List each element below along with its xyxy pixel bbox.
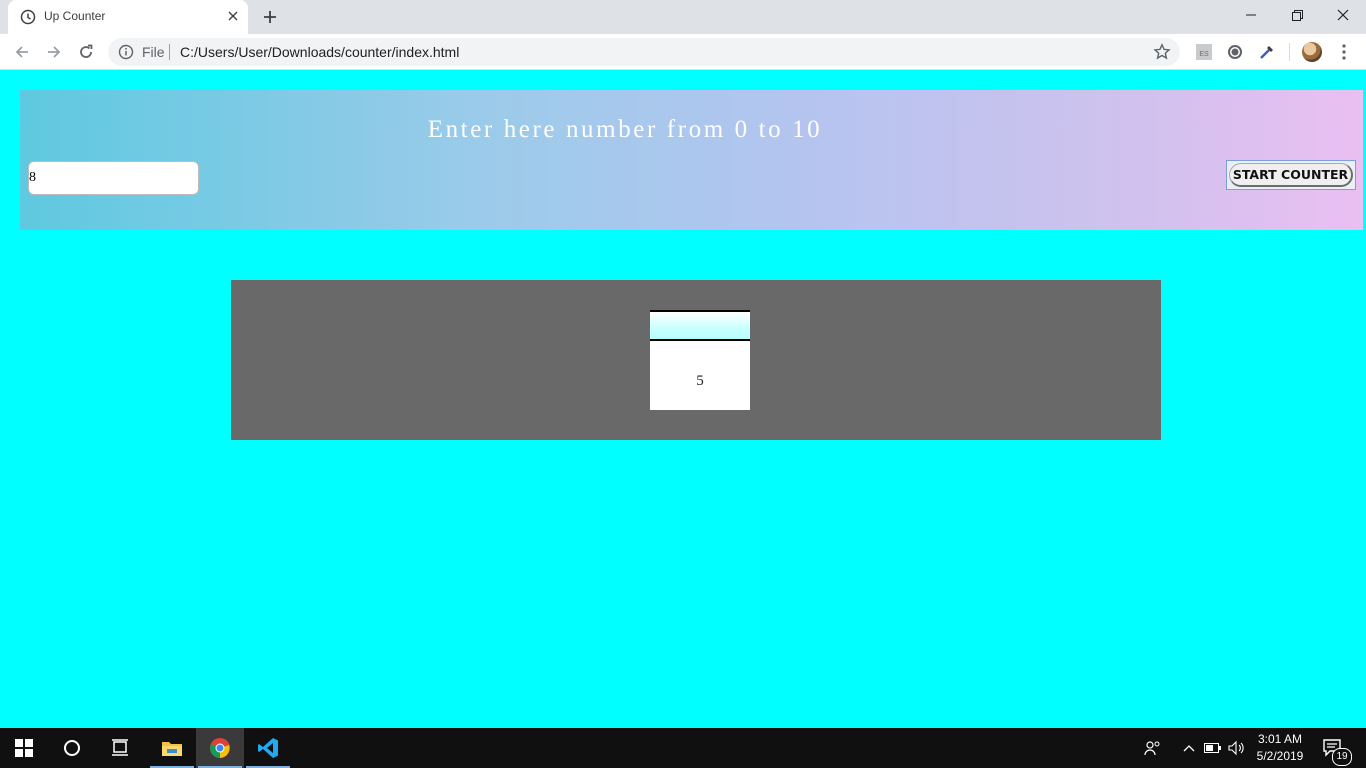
- divider: [169, 44, 170, 60]
- counter-display: [650, 310, 750, 410]
- more-menu-icon[interactable]: [1334, 42, 1354, 62]
- tab-strip: Up Counter: [0, 0, 1366, 34]
- extension-es-label: ES: [1196, 44, 1212, 60]
- counter-top-strip: [650, 310, 750, 341]
- volume-icon[interactable]: [1227, 738, 1247, 758]
- close-icon[interactable]: [224, 8, 242, 26]
- avatar[interactable]: [1302, 42, 1322, 62]
- taskbar: 3:01 AM 5/2/2019 19: [0, 728, 1366, 768]
- star-icon[interactable]: [1153, 43, 1171, 61]
- clock-icon: [20, 9, 36, 25]
- vscode-icon[interactable]: [244, 728, 292, 768]
- clock-date: 5/2/2019: [1256, 749, 1304, 763]
- clock-time: 3:01 AM: [1257, 732, 1303, 746]
- start-counter-label: START COUNTER: [1229, 163, 1353, 187]
- chrome-icon[interactable]: [196, 728, 244, 768]
- address-bar[interactable]: File C:/Users/User/Downloads/counter/ind…: [108, 38, 1180, 66]
- restore-icon[interactable]: [1274, 0, 1320, 30]
- search-circle-icon[interactable]: [48, 728, 96, 768]
- chevron-up-icon[interactable]: [1179, 738, 1199, 758]
- scheme-label: File: [142, 44, 165, 60]
- file-explorer-icon[interactable]: [148, 728, 196, 768]
- url-text[interactable]: C:/Users/User/Downloads/counter/index.ht…: [180, 44, 459, 60]
- tab-title: Up Counter: [44, 9, 106, 23]
- windows-start-icon[interactable]: [0, 728, 48, 768]
- back-arrow-icon[interactable]: [10, 40, 34, 64]
- window-close-icon[interactable]: [1320, 0, 1366, 30]
- system-clock[interactable]: 3:01 AM 5/2/2019: [1250, 731, 1310, 765]
- forward-arrow-icon[interactable]: [42, 40, 66, 64]
- page-content: Enter here number from 0 to 10 START COU…: [0, 70, 1366, 728]
- minimize-icon[interactable]: [1228, 0, 1274, 30]
- browser-toolbar: File C:/Users/User/Downloads/counter/ind…: [0, 34, 1366, 70]
- reload-icon[interactable]: [74, 40, 98, 64]
- browser-tab[interactable]: Up Counter: [8, 0, 248, 34]
- extension-es-icon[interactable]: ES: [1194, 42, 1214, 62]
- notification-count-badge: 19: [1332, 748, 1352, 766]
- gear-extension-icon[interactable]: [1225, 42, 1245, 62]
- header-panel: Enter here number from 0 to 10 START COU…: [20, 90, 1363, 230]
- info-icon[interactable]: [118, 44, 134, 60]
- number-input[interactable]: [28, 161, 199, 195]
- counter-panel: 5: [231, 280, 1161, 440]
- battery-icon[interactable]: [1203, 738, 1223, 758]
- counter-value: 5: [696, 373, 704, 389]
- start-counter-button[interactable]: START COUNTER: [1226, 160, 1356, 190]
- task-view-icon[interactable]: [96, 728, 144, 768]
- divider: [1289, 43, 1290, 61]
- plus-icon[interactable]: [258, 6, 282, 28]
- page-heading: Enter here number from 0 to 10: [427, 116, 823, 143]
- people-icon[interactable]: [1143, 738, 1163, 758]
- eyedropper-icon[interactable]: [1257, 42, 1277, 62]
